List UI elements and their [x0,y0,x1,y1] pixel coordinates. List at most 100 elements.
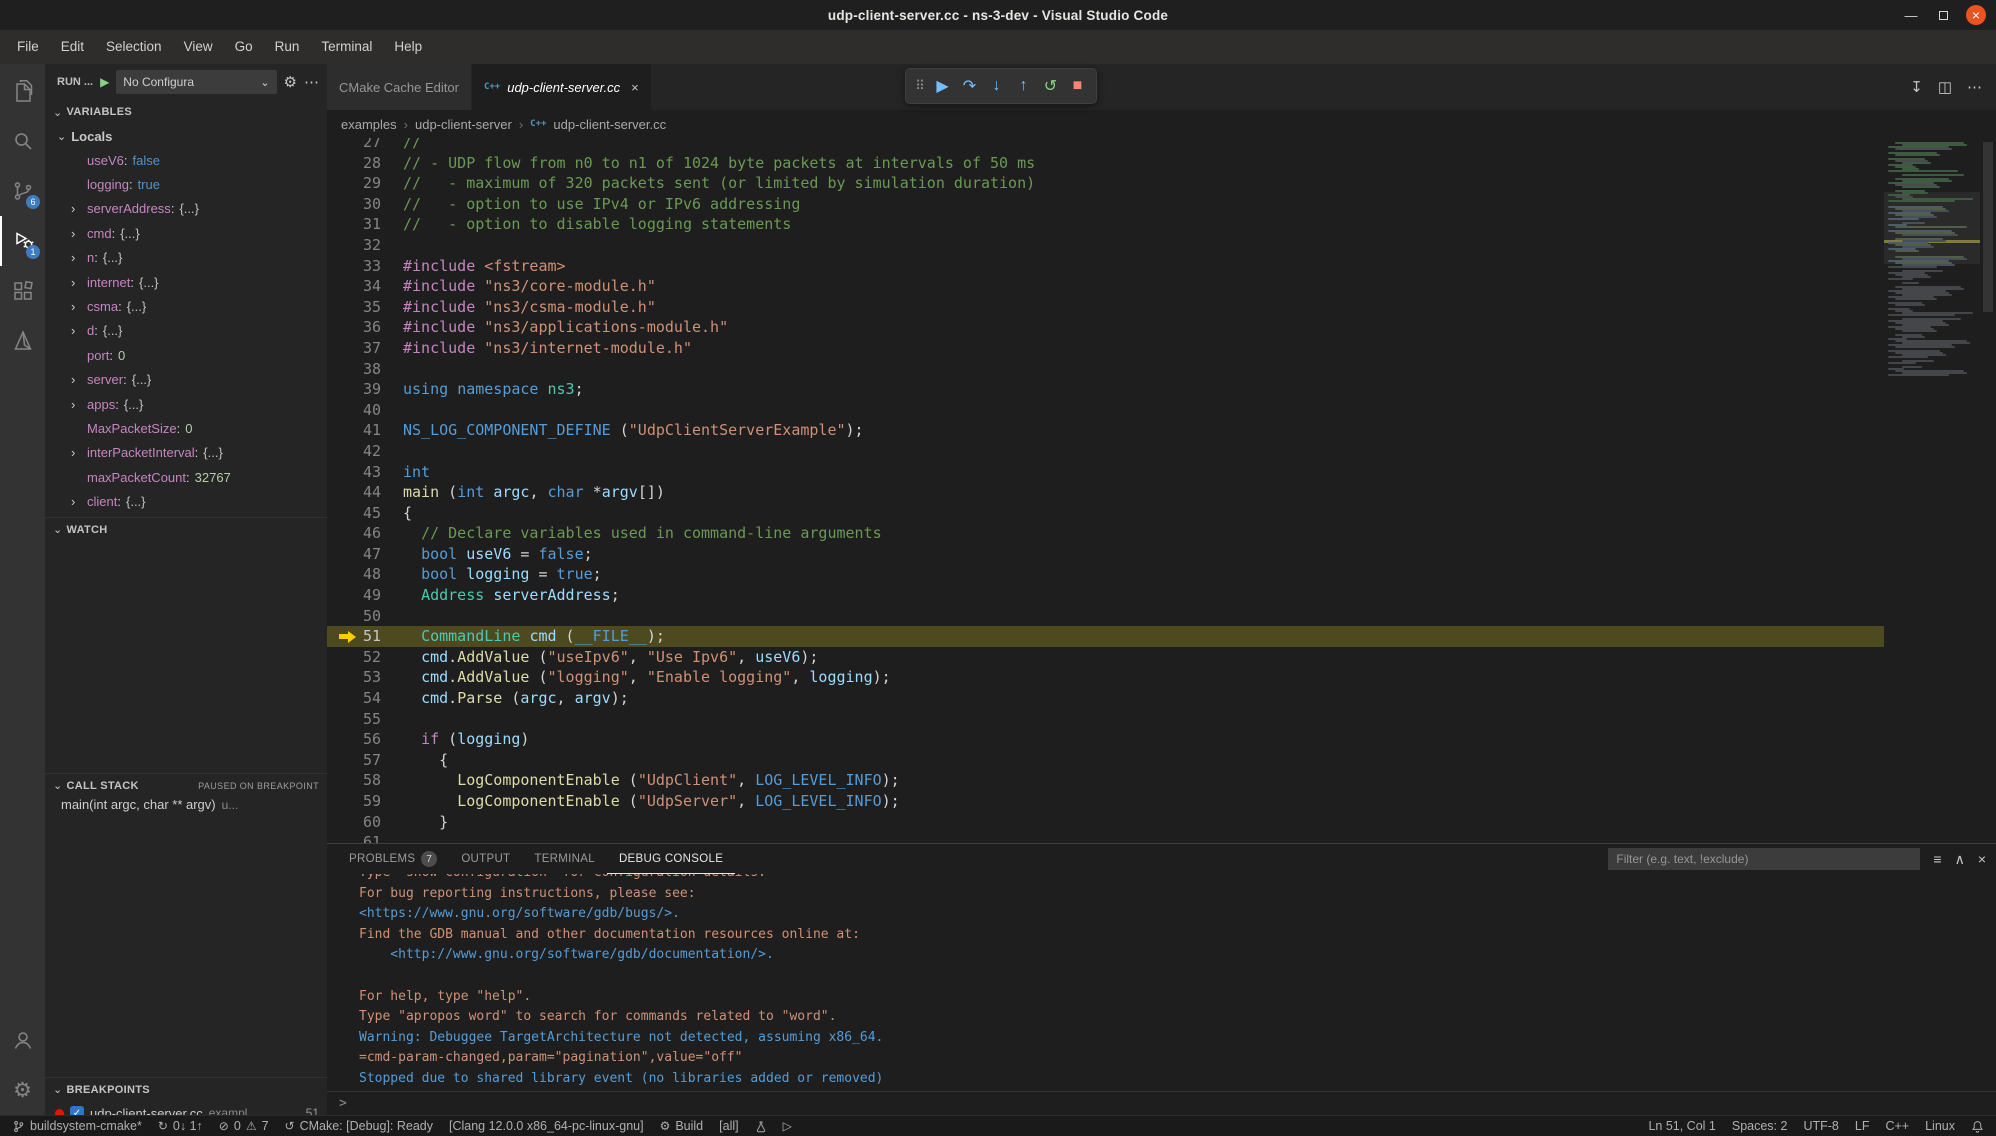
variable-d[interactable]: ›d:{...} [45,319,327,343]
line-number[interactable]: 33 [327,256,403,277]
code-line[interactable]: 33#include <fstream> [327,256,1884,277]
line-number[interactable]: 34 [327,276,403,297]
panel-tab-problems[interactable]: PROBLEMS7 [337,844,449,874]
code-line[interactable]: 37#include "ns3/internet-module.h" [327,338,1884,359]
variables-section-header[interactable]: ⌄ VARIABLES [45,100,327,124]
code-line[interactable]: 54 cmd.Parse (argc, argv); [327,688,1884,709]
debug-console-input[interactable]: > [327,1091,1996,1115]
variable-apps[interactable]: ›apps:{...} [45,392,327,416]
breakpoint-row[interactable]: ✓udp-client-server.ccexampl...51 [45,1101,327,1115]
accounts-icon[interactable] [0,1015,45,1065]
status-cmake-status[interactable]: ↺CMake: [Debug]: Ready [277,1116,441,1136]
close-icon[interactable]: × [1966,5,1986,25]
line-number[interactable]: 35 [327,297,403,318]
menu-item-go[interactable]: Go [224,30,264,64]
status-encoding[interactable]: UTF-8 [1795,1116,1846,1136]
code-line[interactable]: 34#include "ns3/core-module.h" [327,276,1884,297]
line-number[interactable]: 31 [327,214,403,235]
line-number[interactable]: 29 [327,173,403,194]
line-number[interactable]: 41 [327,420,403,441]
code-line[interactable]: 55 [327,709,1884,730]
line-number[interactable]: 58 [327,770,403,791]
variable-csma[interactable]: ›csma:{...} [45,294,327,318]
settings-gear-icon[interactable]: ⚙ [0,1065,45,1115]
code-line[interactable]: 44main (int argc, char *argv[]) [327,482,1884,503]
line-number[interactable]: 55 [327,709,403,730]
extensions-icon[interactable] [0,266,45,316]
code-line[interactable]: 27// [327,138,1884,153]
line-number[interactable]: 36 [327,317,403,338]
variable-cmd[interactable]: ›cmd:{...} [45,221,327,245]
line-number[interactable]: 32 [327,235,403,256]
code-line[interactable]: 46 // Declare variables used in command-… [327,523,1884,544]
line-number[interactable]: 42 [327,441,403,462]
watch-section-header[interactable]: ⌄ WATCH [45,517,327,541]
code-line[interactable]: 60 } [327,812,1884,833]
variable-interPacketInterval[interactable]: ›interPacketInterval:{...} [45,441,327,465]
code-line[interactable]: 30// - option to use IPv4 or IPv6 addres… [327,194,1884,215]
variable-internet[interactable]: ›internet:{...} [45,270,327,294]
status-ctest[interactable] [747,1116,775,1136]
line-number[interactable]: 59 [327,791,403,812]
panel-tab-terminal[interactable]: TERMINAL [522,844,607,874]
status-launch[interactable]: ▷ [775,1116,800,1136]
search-icon[interactable] [0,116,45,166]
run-or-debug-icon[interactable]: ↧ [1910,78,1923,96]
breakpoints-section-header[interactable]: ⌄ BREAKPOINTS [45,1077,327,1101]
line-number[interactable]: 30 [327,194,403,215]
menu-item-selection[interactable]: Selection [95,30,173,64]
close-panel-icon[interactable]: × [1978,851,1986,867]
variable-client[interactable]: ›client:{...} [45,489,327,513]
status-build-target[interactable]: [all] [711,1116,746,1136]
code-line[interactable]: 38 [327,359,1884,380]
console-settings-icon[interactable]: ≡ [1933,851,1941,867]
menu-item-terminal[interactable]: Terminal [310,30,383,64]
code-line[interactable]: 41NS_LOG_COMPONENT_DEFINE ("UdpClientSer… [327,420,1884,441]
line-number[interactable]: 37 [327,338,403,359]
menu-item-run[interactable]: Run [264,30,311,64]
minimap[interactable] [1884,138,1980,843]
stack-frame[interactable]: main(int argc, char ** argv)u... [45,797,327,821]
variable-useV6[interactable]: useV6:false [45,148,327,172]
step-over-icon[interactable]: ↷ [956,76,983,96]
status-git-sync[interactable]: ↻0↓ 1↑ [150,1116,211,1136]
variable-port[interactable]: port:0 [45,343,327,367]
panel-tab-debug-console[interactable]: DEBUG CONSOLE [607,844,735,874]
status-remote-os[interactable]: Linux [1917,1116,1963,1136]
code-line[interactable]: 50 [327,606,1884,627]
restart-icon[interactable]: ↺ [1037,76,1064,96]
code-line[interactable]: 28// - UDP flow from n0 to n1 of 1024 by… [327,153,1884,174]
variable-logging[interactable]: logging:true [45,172,327,196]
step-out-icon[interactable]: ↑ [1010,77,1037,95]
status-build[interactable]: ⚙Build [652,1116,712,1136]
editor-tab-2[interactable]: C++udp-client-server.cc× [472,64,652,110]
scrollbar-thumb[interactable] [1983,142,1993,312]
stop-icon[interactable]: ■ [1064,77,1091,95]
variable-serverAddress[interactable]: ›serverAddress:{...} [45,197,327,221]
call-stack-section-header[interactable]: ⌄ CALL STACK PAUSED ON BREAKPOINT [45,773,327,797]
breakpoint-checkbox[interactable]: ✓ [70,1106,84,1115]
line-number[interactable]: 38 [327,359,403,380]
minimize-icon[interactable]: — [1902,8,1920,23]
line-number[interactable]: 52 [327,647,403,668]
debug-config-select[interactable]: No Configura ⌄ [116,70,276,94]
line-number[interactable]: 28 [327,153,403,174]
continue-icon[interactable]: ▶ [929,76,956,96]
code-line[interactable]: 32 [327,235,1884,256]
status-git-branch[interactable]: buildsystem-cmake* [4,1116,150,1136]
line-number[interactable]: 54 [327,688,403,709]
line-number[interactable]: 39 [327,379,403,400]
code-editor[interactable]: 27//28// - UDP flow from n0 to n1 of 102… [327,138,1996,843]
line-number[interactable]: 49 [327,585,403,606]
editor-scrollbar[interactable] [1980,138,1996,843]
status-eol[interactable]: LF [1847,1116,1878,1136]
code-line[interactable]: 40 [327,400,1884,421]
editor-tab-1[interactable]: CMake Cache Editor [327,64,472,110]
variable-n[interactable]: ›n:{...} [45,246,327,270]
code-line[interactable]: 45{ [327,503,1884,524]
status-language[interactable]: C++ [1877,1116,1917,1136]
run-and-debug-icon[interactable]: 1 [0,216,45,266]
views-more-icon[interactable]: ⋯ [304,73,319,91]
line-number[interactable]: 50 [327,606,403,627]
line-number[interactable]: 47 [327,544,403,565]
